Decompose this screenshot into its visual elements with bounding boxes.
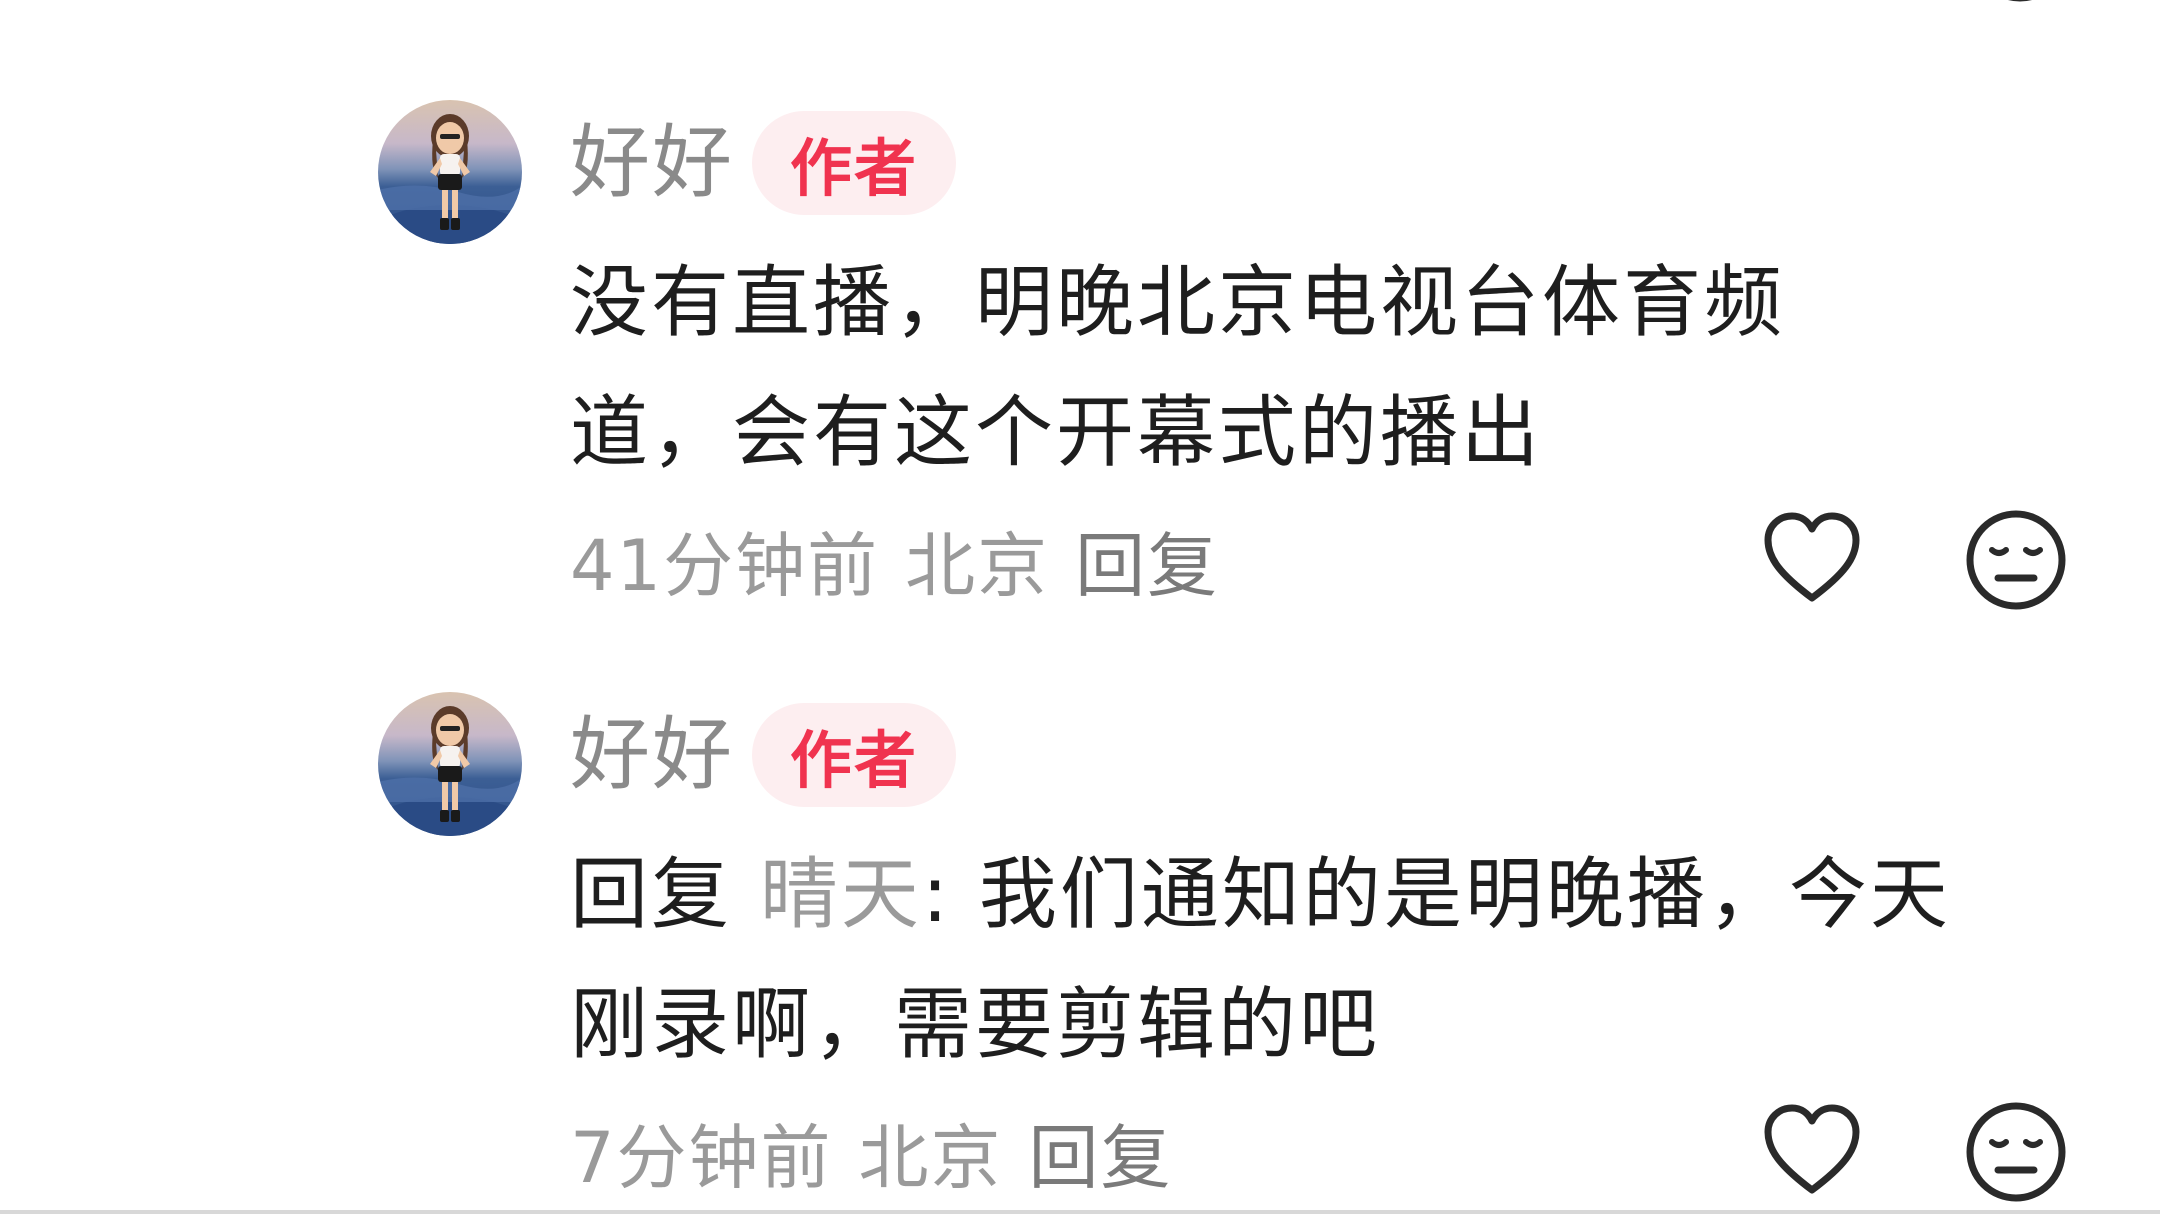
location: 北京 bbox=[858, 1116, 1003, 1199]
reply-target-username[interactable]: 晴天 bbox=[760, 850, 922, 940]
comment-header: 好好 作者 bbox=[570, 108, 957, 218]
comment-text-line: 道，会有这个开幕式的播出 bbox=[570, 388, 1543, 478]
reply-button[interactable]: 回复 bbox=[1029, 1102, 1173, 1203]
heart-outline-icon[interactable] bbox=[1800, 0, 1826, 12]
divider bbox=[0, 1210, 2160, 1214]
comment-text-line: 刚录啊，需要剪辑的吧 bbox=[570, 980, 1381, 1070]
avatar[interactable] bbox=[378, 100, 522, 244]
avatar[interactable] bbox=[378, 692, 522, 836]
username[interactable]: 好好 bbox=[570, 715, 734, 795]
neutral-face-icon[interactable] bbox=[1964, 508, 2068, 612]
comment-list: 好好 作者 没有直播，明晚北京电视台体育频 道，会有这个开幕式的播出 41分钟前… bbox=[0, 0, 2160, 1214]
location: 北京 bbox=[905, 524, 1050, 607]
comment-header: 好好 作者 bbox=[570, 700, 957, 810]
author-badge: 作者 bbox=[752, 111, 957, 215]
comment-meta: 7分钟前 北京 回复 bbox=[570, 1102, 1199, 1202]
heart-outline-icon[interactable] bbox=[1760, 1100, 1864, 1204]
comment-meta: 41分钟前 北京 回复 bbox=[570, 510, 1245, 610]
reply-button[interactable]: 回复 bbox=[1075, 510, 1219, 611]
timestamp: 7分钟前 bbox=[570, 1116, 833, 1199]
reply-prefix: 回复 bbox=[570, 850, 733, 940]
username[interactable]: 好好 bbox=[570, 123, 734, 203]
timestamp: 41分钟前 bbox=[570, 524, 880, 607]
comment-text-line: 没有直播，明晚北京电视台体育频 bbox=[570, 258, 1786, 348]
neutral-face-icon[interactable] bbox=[1964, 1100, 2068, 1204]
comment-text-content: : 我们通知的是明晚播，今天 bbox=[921, 850, 1951, 940]
neutral-face-icon[interactable] bbox=[1968, 0, 2072, 20]
author-badge: 作者 bbox=[752, 703, 957, 807]
comment-text-line: 回复 晴天: 我们通知的是明晚播，今天 bbox=[570, 830, 2000, 960]
heart-outline-icon[interactable] bbox=[1760, 508, 1864, 612]
comment-text[interactable]: 回复 晴天: 我们通知的是明晚播，今天 刚录啊，需要剪辑的吧 bbox=[570, 830, 2000, 1090]
comment-text[interactable]: 没有直播，明晚北京电视台体育频 道，会有这个开幕式的播出 bbox=[570, 238, 2000, 498]
